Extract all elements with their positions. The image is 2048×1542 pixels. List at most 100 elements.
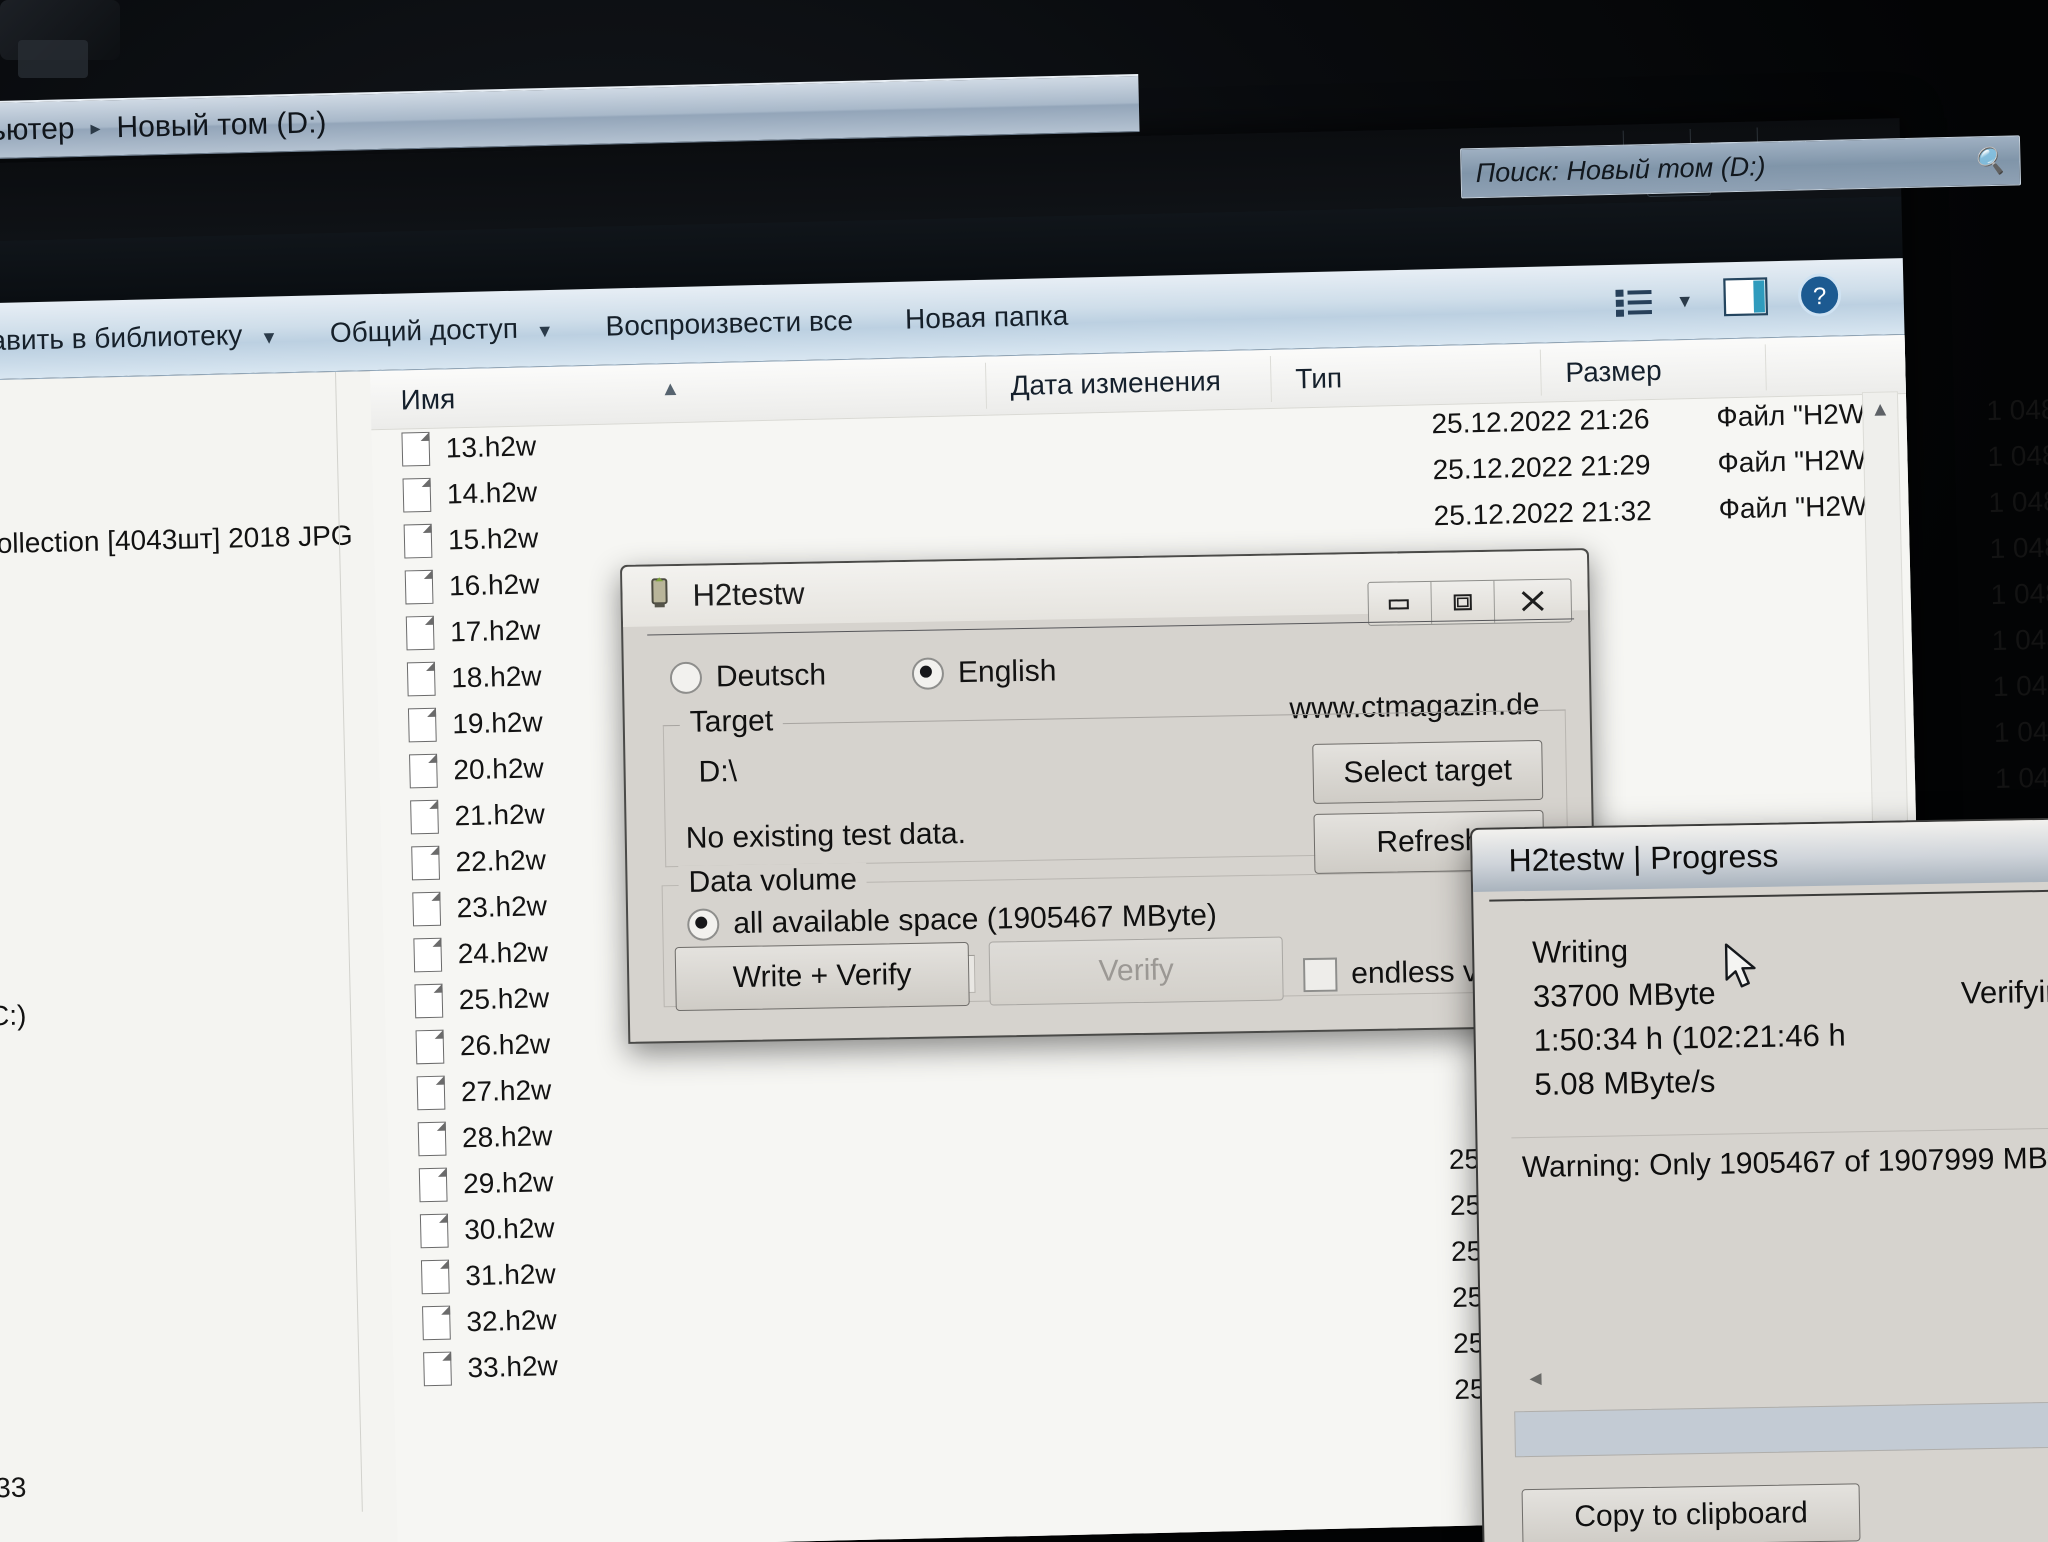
help-icon[interactable]: ? [1797,272,1842,324]
breadcrumb-root[interactable]: Компьютер [0,112,75,150]
file-name-cell[interactable]: 17.h2w [405,613,541,651]
nav-item-2[interactable]: arge collection [4043шт] 2018 JPG [0,520,353,562]
file-icon [420,1259,450,1295]
file-name-cell[interactable]: 21.h2w [410,797,546,835]
file-name-label: 30.h2w [463,1212,555,1246]
search-icon[interactable]: 🔍 [1973,145,2006,177]
file-name-cell[interactable]: 30.h2w [419,1211,555,1249]
endless-verify-box[interactable] [1302,957,1338,993]
chevron-down-icon: ▼ [535,320,554,342]
radio-deutsch-indicator[interactable] [669,661,703,695]
radio-deutsch[interactable]: Deutsch [669,658,827,695]
file-name-cell[interactable]: 33.h2w [423,1349,559,1387]
search-placeholder: Поиск: Новый том (D:) [1475,150,1766,188]
column-divider[interactable] [1269,355,1272,403]
file-name-cell[interactable]: 22.h2w [411,843,547,881]
file-name-label: 17.h2w [449,614,541,648]
column-header-date[interactable]: Дата изменения [1010,365,1221,402]
column-divider[interactable] [984,362,988,409]
file-name-label: 29.h2w [462,1166,554,1200]
view-list-icon[interactable]: ▼ [1615,285,1695,319]
written-amount: 33700 MByte [1532,975,1716,1014]
radio-all-space[interactable]: all available space (1905467 MByte) [687,899,1217,942]
file-name-cell[interactable]: 18.h2w [406,659,542,697]
file-name-cell[interactable]: 23.h2w [412,889,547,927]
file-name-cell[interactable]: 13.h2w [401,429,536,467]
file-name-label: 18.h2w [450,660,542,694]
file-name-label: 19.h2w [451,706,543,740]
file-name-cell[interactable]: 29.h2w [418,1165,554,1203]
file-name-cell[interactable]: 24.h2w [413,935,548,973]
file-name-cell[interactable]: 19.h2w [407,705,543,743]
column-header-size[interactable]: Размер [1565,355,1662,389]
preview-pane-icon[interactable] [1722,276,1769,323]
chevron-down-icon[interactable]: ▼ [1676,291,1694,312]
file-name-cell[interactable]: 32.h2w [422,1303,558,1341]
file-size-cell: 1 048 576 КБ [1992,667,2048,703]
file-size-cell: 1 048 576 КБ [1991,621,2048,657]
file-date-cell: 25.12.2022 21:26 [1431,403,1650,440]
toolbar-share[interactable]: Общий доступ ▼ [304,311,580,349]
file-name-label: 21.h2w [454,798,546,832]
breadcrumb-current[interactable]: Новый том (D:) [116,106,327,145]
file-icon [401,431,431,467]
radio-english-label: English [957,654,1057,690]
file-name-label: 15.h2w [447,522,539,556]
file-name-label: 31.h2w [464,1258,556,1292]
log-area[interactable] [1512,1151,2048,1389]
h2testw-icon [644,575,675,618]
close-icon[interactable] [1494,579,1571,622]
verifying-label: Verifying [1960,973,2048,1011]
file-name-label: 32.h2w [466,1304,558,1338]
restore-icon[interactable] [1431,580,1496,624]
file-name-cell[interactable]: 27.h2w [416,1073,552,1111]
write-verify-button[interactable]: Write + Verify [674,941,970,1012]
file-name-label: 22.h2w [455,844,547,878]
file-icon [413,937,443,973]
progress-bar [1514,1399,2048,1458]
language-selector: Deutsch English [669,654,1057,695]
file-name-cell[interactable]: 28.h2w [417,1119,553,1157]
nav-item-5[interactable]: иск (C:) [0,999,27,1033]
file-name-cell[interactable]: 15.h2w [403,521,539,559]
radio-english[interactable]: English [911,654,1057,691]
file-name-cell[interactable]: 31.h2w [420,1257,556,1295]
toolbar-play-all[interactable]: Воспроизвести все [579,304,879,343]
target-path: D:\ [698,754,738,789]
file-name-cell[interactable]: 16.h2w [404,567,540,605]
column-header-type[interactable]: Тип [1295,362,1342,395]
minimize-icon[interactable] [1368,581,1433,625]
column-header-name[interactable]: Имя [400,383,455,416]
column-divider[interactable] [1539,349,1542,396]
scroll-up-icon[interactable]: ▲ [1863,392,1898,427]
file-date-cell: 25.12.2022 21:29 [1432,449,1651,486]
file-icon [403,523,433,559]
column-divider[interactable] [1764,344,1767,391]
verify-button: Verify [988,936,1284,1006]
file-icon [419,1213,449,1249]
status-bar: ов: 33 [0,1471,27,1505]
toolbar-new-folder[interactable]: Новая папка [879,299,1095,336]
radio-all-space-indicator[interactable] [687,908,720,941]
background-artifact-2 [18,40,88,78]
file-name-cell[interactable]: 14.h2w [402,475,538,513]
file-name-cell[interactable]: 20.h2w [409,751,544,789]
chevron-right-icon: ▸ [90,117,101,140]
file-icon [418,1167,448,1203]
progress-title-label: H2testw | Progress [1508,837,1779,878]
chevron-down-icon: ▼ [259,327,279,348]
file-name-label: 14.h2w [446,476,538,510]
file-name-label: 33.h2w [467,1350,559,1384]
file-size-cell: 1 048 576 КБ [1994,759,2048,795]
file-icon [414,983,444,1019]
copy-to-clipboard-button[interactable]: Copy to clipboard [1521,1483,1861,1542]
file-name-cell[interactable]: 26.h2w [415,1027,551,1065]
file-icon [411,845,440,881]
file-name-cell[interactable]: 25.h2w [414,981,549,1019]
select-target-button[interactable]: Select target [1312,739,1544,804]
svg-text:?: ? [1813,282,1827,309]
radio-english-indicator[interactable] [911,657,945,690]
toolbar-add-to-library[interactable]: Добавить в библиотеку ▼ [0,318,304,359]
navigation-pane: еста ол arge collection [4043шт] 2018 JP… [0,371,398,1542]
scroll-up-icon[interactable]: ◄ [1525,1368,1545,1391]
